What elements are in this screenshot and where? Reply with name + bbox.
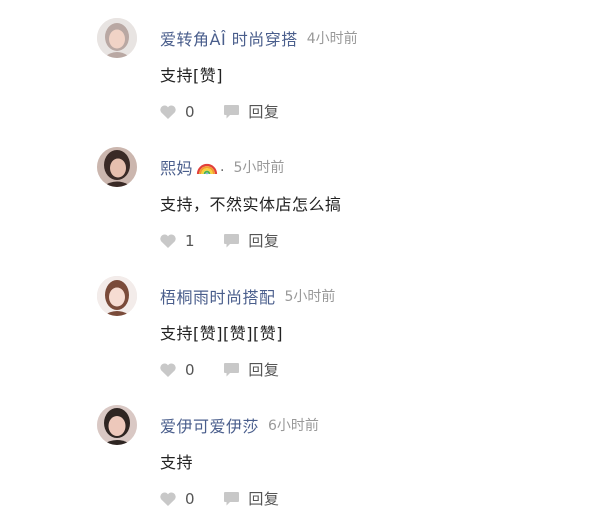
avatar[interactable] (97, 405, 137, 445)
rainbow-emoji-icon (196, 163, 218, 175)
speech-bubble-icon (224, 104, 240, 118)
comment-item: 爱转角ÀÎ 时尚穿搭 4小时前 支持[赞] 0 回复 (0, 0, 600, 129)
username[interactable]: 梧桐雨时尚搭配 (160, 288, 276, 307)
comment-text: 支持 (160, 453, 194, 472)
comment-item: 爱伊可爱伊莎 6小时前 支持 0 回复 (0, 387, 600, 516)
like-button[interactable]: 0 (159, 361, 195, 379)
speech-bubble-icon (224, 491, 240, 505)
heart-icon (160, 492, 176, 506)
comment-item: 梧桐雨时尚搭配 5小时前 支持[赞][赞][赞] 0 回复 (0, 258, 600, 387)
reply-button[interactable]: 回复 (223, 488, 279, 509)
like-button[interactable]: 0 (159, 490, 195, 508)
reply-label: 回复 (248, 490, 280, 508)
timestamp: 5小时前 (233, 160, 285, 176)
heart-icon (160, 234, 176, 248)
username[interactable]: 爱伊可爱伊莎 (160, 417, 259, 436)
avatar[interactable] (97, 18, 137, 58)
like-count: 0 (185, 489, 195, 508)
like-count: 0 (185, 102, 195, 121)
reply-label: 回复 (248, 232, 280, 250)
reply-button[interactable]: 回复 (223, 101, 279, 122)
like-button[interactable]: 0 (159, 103, 195, 121)
timestamp: 4小时前 (306, 31, 358, 47)
separator: . (220, 159, 225, 175)
reply-button[interactable]: 回复 (223, 230, 279, 251)
avatar-woman-dark-hair-icon (97, 147, 137, 187)
username[interactable]: 熙妈 (160, 159, 193, 178)
reply-label: 回复 (248, 361, 280, 379)
avatar-woman-dark-hair-icon (97, 405, 137, 445)
avatar[interactable] (97, 147, 137, 187)
like-count: 0 (185, 360, 195, 379)
avatar-woman-brown-hair-icon (97, 276, 137, 316)
heart-icon (160, 363, 176, 377)
reply-button[interactable]: 回复 (223, 359, 279, 380)
comment-text: 支持[赞][赞][赞] (160, 324, 283, 343)
timestamp: 6小时前 (268, 418, 319, 434)
comment-item: 熙妈 . 5小时前 支持，不然实体店怎么搞 1 回复 (0, 129, 600, 258)
speech-bubble-icon (224, 362, 240, 376)
reply-label: 回复 (248, 103, 280, 121)
heart-icon (160, 105, 176, 119)
like-count: 1 (185, 231, 195, 250)
username[interactable]: 爱转角ÀÎ 时尚穿搭 (160, 30, 298, 49)
speech-bubble-icon (224, 233, 240, 247)
like-button[interactable]: 1 (159, 232, 195, 250)
comment-text: 支持，不然实体店怎么搞 (160, 195, 342, 214)
avatar-woman-light-hair-icon (97, 18, 137, 58)
comment-text: 支持[赞] (160, 66, 223, 85)
avatar[interactable] (97, 276, 137, 316)
timestamp: 5小时前 (284, 289, 336, 305)
